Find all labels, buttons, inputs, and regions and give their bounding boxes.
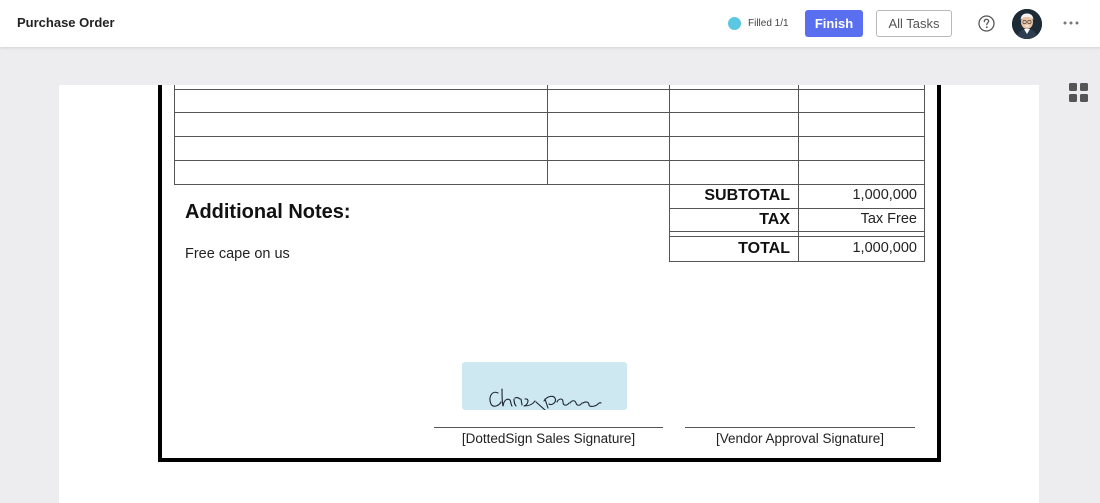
tax-value: Tax Free [860,211,917,227]
sales-signature-field[interactable] [462,362,627,411]
status-dot-icon [728,17,741,30]
total-label: TOTAL [738,240,790,257]
filled-status: Filled 1/1 [728,17,789,30]
table-row-line [174,89,925,90]
avatar-portrait-icon [1012,9,1042,39]
table-column-line [669,85,670,184]
top-bar: Purchase Order Filled 1/1 Finish All Tas… [0,0,1100,47]
table-column-line [174,85,175,184]
table-row-line [174,184,925,185]
grid-view-icon[interactable] [1069,83,1088,102]
totals-row-line [669,231,925,232]
document-title: Purchase Order [17,15,115,30]
totals-row-line [669,261,925,262]
table-row-line [174,160,925,161]
sales-signature-line [434,427,663,428]
vendor-signature-label: [Vendor Approval Signature] [715,431,885,446]
table-row-line [174,136,925,137]
subtotal-label: SUBTOTAL [704,187,790,204]
totals-column-line [798,184,799,262]
totals-row-line [669,208,925,209]
totals-row-line [669,236,925,237]
totals-column-line [669,184,670,262]
help-circle-icon[interactable] [978,15,995,32]
all-tasks-button[interactable]: All Tasks [876,10,952,37]
totals-column-line [924,184,925,262]
table-column-line [798,85,799,184]
sales-signature-label: [DottedSign Sales Signature] [461,431,636,446]
total-value: 1,000,000 [852,240,917,256]
table-column-line [924,85,925,184]
vendor-signature-line [685,427,915,428]
filled-status-text: Filled 1/1 [748,18,789,29]
additional-notes-text: Free cape on us [185,246,290,262]
handwritten-signature [489,388,602,411]
table-column-line [547,85,548,184]
subtotal-value: 1,000,000 [852,187,917,203]
table-row-line [174,112,925,113]
tax-label: TAX [759,211,790,228]
user-avatar[interactable] [1012,9,1042,39]
additional-notes-heading: Additional Notes: [185,201,351,223]
more-horizontal-icon[interactable] [1062,15,1080,31]
finish-button[interactable]: Finish [805,10,863,37]
